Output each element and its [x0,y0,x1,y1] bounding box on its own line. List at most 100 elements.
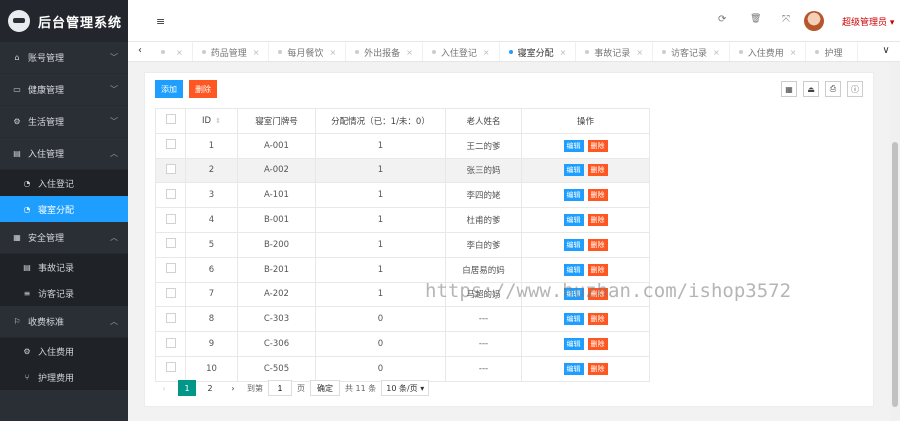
page-next-button[interactable]: › [224,380,242,396]
tab-7[interactable]: 访客记录 × [653,42,730,61]
sidebar-subitem-5-1[interactable]: ⑂ 护理费用 [0,364,128,390]
trash-icon[interactable]: 🗑 [750,14,761,24]
sidebar-item-0[interactable]: ⌂ 账号管理 ﹀ [0,42,128,74]
row-select-cell[interactable] [155,182,186,209]
header-id[interactable]: ID ⇕ [185,108,238,134]
tab-4[interactable]: 入住登记 × [423,42,500,61]
row-checkbox[interactable] [165,238,176,249]
info-icon[interactable]: ⓘ [847,81,863,97]
sidebar-item-2[interactable]: ⚙ 生活管理 ﹀ [0,106,128,138]
delete-button[interactable]: 删除 [189,80,217,98]
row-select-cell[interactable] [155,306,186,333]
table-row[interactable]: 1 A-001 1 王二的爹 编辑 删除 [155,132,650,159]
edit-button[interactable]: 编辑 [563,189,584,202]
tab-prev-icon[interactable]: ‹ [134,45,146,56]
sort-icon[interactable]: ⇕ [215,117,221,125]
tab-1[interactable]: 药品管理 × [193,42,270,61]
table-row[interactable]: 6 B-201 1 白居易的妈 编辑 删除 [155,256,650,283]
row-delete-button[interactable]: 删除 [587,288,608,301]
edit-button[interactable]: 编辑 [563,164,584,177]
edit-button[interactable]: 编辑 [563,263,584,276]
sidebar-subitem-4-1[interactable]: ≡ 访客记录 [0,280,128,306]
menu-toggle-icon[interactable]: ≡ [156,15,166,28]
table-row[interactable]: 9 C-306 0 --- 编辑 删除 [155,331,650,357]
close-icon[interactable]: × [176,48,183,57]
tab-0[interactable]: × [152,42,193,61]
page-jump-input[interactable] [268,380,292,396]
edit-button[interactable]: 编辑 [563,362,584,375]
close-icon[interactable]: × [713,48,720,57]
row-checkbox[interactable] [165,337,176,348]
select-all-cell[interactable] [155,108,186,134]
row-delete-button[interactable]: 删除 [587,263,608,276]
print-icon[interactable]: ⎙ [825,81,841,97]
table-row[interactable]: 2 A-002 1 张三的妈 编辑 删除 [155,157,650,184]
row-select-cell[interactable] [155,207,186,233]
close-icon[interactable]: × [560,48,567,57]
row-checkbox[interactable] [165,263,176,274]
tab-8[interactable]: 入住费用 × [730,42,807,61]
table-row[interactable]: 7 A-202 1 马超的妈 编辑 删除 [155,281,650,308]
row-checkbox[interactable] [165,139,176,150]
row-select-cell[interactable] [155,157,186,184]
row-delete-button[interactable]: 删除 [587,139,608,152]
row-checkbox[interactable] [165,213,176,224]
row-select-cell[interactable] [155,256,186,283]
close-icon[interactable]: × [253,48,260,57]
row-checkbox[interactable] [165,362,176,373]
page-size-select[interactable]: 10 条/页 ▾ [381,380,430,396]
close-icon[interactable]: × [790,48,797,57]
row-checkbox[interactable] [165,188,176,199]
scrollbar[interactable] [890,62,900,421]
row-select-cell[interactable] [155,331,186,357]
page-confirm-button[interactable]: 确定 [310,380,340,396]
close-icon[interactable]: × [329,48,336,57]
tab-9[interactable]: 护理 [806,42,859,61]
export-icon[interactable]: ⏏ [803,81,819,97]
row-checkbox[interactable] [165,163,176,174]
sidebar-subitem-3-1[interactable]: ◔ 寝室分配 [0,196,128,222]
table-row[interactable]: 10 C-505 0 --- 编辑 删除 [155,355,650,382]
scroll-thumb[interactable] [892,142,898,407]
sidebar-item-1[interactable]: ▭ 健康管理 ﹀ [0,74,128,106]
tab-3[interactable]: 外出报备 × [346,42,423,61]
refresh-icon[interactable]: ⟳ [718,14,726,25]
page-prev-button[interactable]: ‹ [155,380,173,396]
sidebar-item-4[interactable]: ▦ 安全管理 ︿ [0,222,128,254]
sidebar-subitem-3-0[interactable]: ◔ 入住登记 [0,170,128,196]
sidebar-subitem-4-0[interactable]: ▤ 事故记录 [0,254,128,280]
sidebar-item-5[interactable]: ⚐ 收费标准 ︿ [0,306,128,338]
tab-6[interactable]: 事故记录 × [576,42,654,61]
row-select-cell[interactable] [155,355,186,382]
sidebar-subitem-5-0[interactable]: ⚙ 入住费用 [0,338,128,364]
page-1-button[interactable]: 1 [178,380,196,396]
close-icon[interactable]: × [483,48,490,57]
columns-icon[interactable]: ▦ [781,81,797,97]
row-delete-button[interactable]: 删除 [587,214,608,227]
tab-more-icon[interactable]: ∨ [880,45,892,56]
row-delete-button[interactable]: 删除 [587,238,608,251]
row-select-cell[interactable] [155,132,186,159]
edit-button[interactable]: 编辑 [563,338,584,351]
avatar[interactable] [804,11,824,31]
page-2-button[interactable]: 2 [201,380,219,396]
add-button[interactable]: 添加 [155,80,183,98]
row-delete-button[interactable]: 删除 [587,189,608,202]
row-delete-button[interactable]: 删除 [587,313,608,326]
select-all-checkbox[interactable] [165,114,176,125]
close-icon[interactable]: × [636,48,643,57]
edit-button[interactable]: 编辑 [563,238,584,251]
table-row[interactable]: 5 B-200 1 李白的爹 编辑 删除 [155,231,650,258]
sidebar-item-3[interactable]: ▤ 入住管理 ︿ [0,138,128,170]
row-checkbox[interactable] [165,312,176,323]
table-row[interactable]: 3 A-101 1 李四的姥 编辑 删除 [155,182,650,209]
tab-2[interactable]: 每月餐饮 × [269,42,347,61]
row-checkbox[interactable] [165,287,176,298]
edit-button[interactable]: 编辑 [563,214,584,227]
fullscreen-icon[interactable]: ⤧ [782,14,790,25]
row-select-cell[interactable] [155,281,186,308]
user-menu[interactable]: 超级管理员 ▾ [842,15,894,28]
close-icon[interactable]: × [406,48,413,57]
row-delete-button[interactable]: 删除 [587,362,608,375]
table-row[interactable]: 4 B-001 1 杜甫的爹 编辑 删除 [155,207,650,233]
